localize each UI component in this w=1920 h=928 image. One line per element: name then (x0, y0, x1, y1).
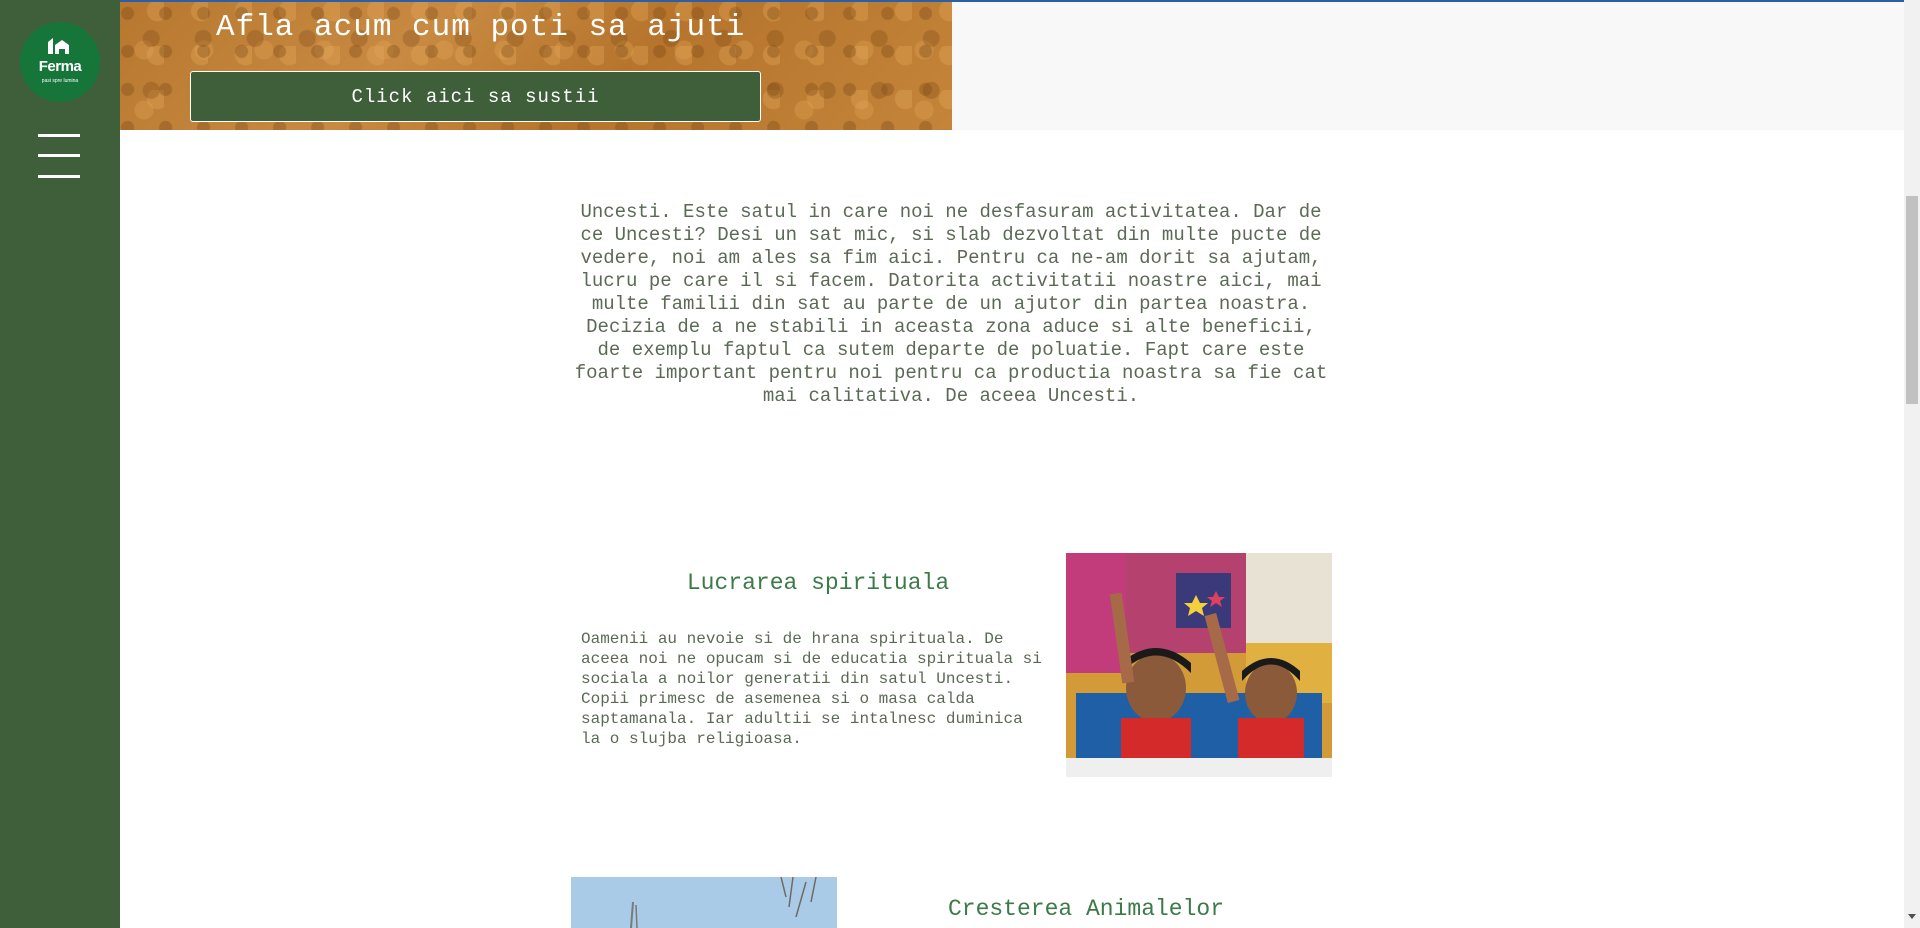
support-button[interactable]: Click aici sa sustii (190, 71, 761, 122)
page-scrollbar[interactable] (1904, 0, 1920, 928)
section-title-spiritual: Lucrarea spirituala (686, 570, 950, 596)
ferma-logo[interactable]: Ferma pasi spre lumina (20, 22, 100, 102)
section-text-spiritual: Oamenii au nevoie si de hrana spirituala… (581, 630, 1042, 748)
scroll-down-arrow-icon[interactable] (1908, 914, 1916, 919)
children-classroom-image (1066, 553, 1332, 777)
logo-name: Ferma (38, 58, 82, 75)
hamburger-line (38, 134, 80, 137)
hamburger-line (38, 175, 80, 178)
support-banner: Afla acum cum poti sa ajuti Click aici s… (120, 2, 952, 130)
section-title-animals: Cresterea Animalelor (947, 896, 1225, 922)
farm-house-icon (48, 38, 69, 54)
hamburger-menu-icon[interactable] (38, 134, 80, 180)
logo-tagline: pasi spre lumina (41, 78, 79, 84)
banner-right-area (952, 2, 1904, 130)
scrollbar-thumb[interactable] (1906, 196, 1918, 404)
intro-paragraph: Uncesti. Este satul in care noi ne desfa… (574, 201, 1328, 407)
hamburger-line (38, 154, 80, 157)
animals-image (571, 877, 837, 928)
banner-title: Afla acum cum poti sa ajuti (216, 10, 746, 45)
sidebar: Ferma pasi spre lumina (0, 0, 120, 928)
